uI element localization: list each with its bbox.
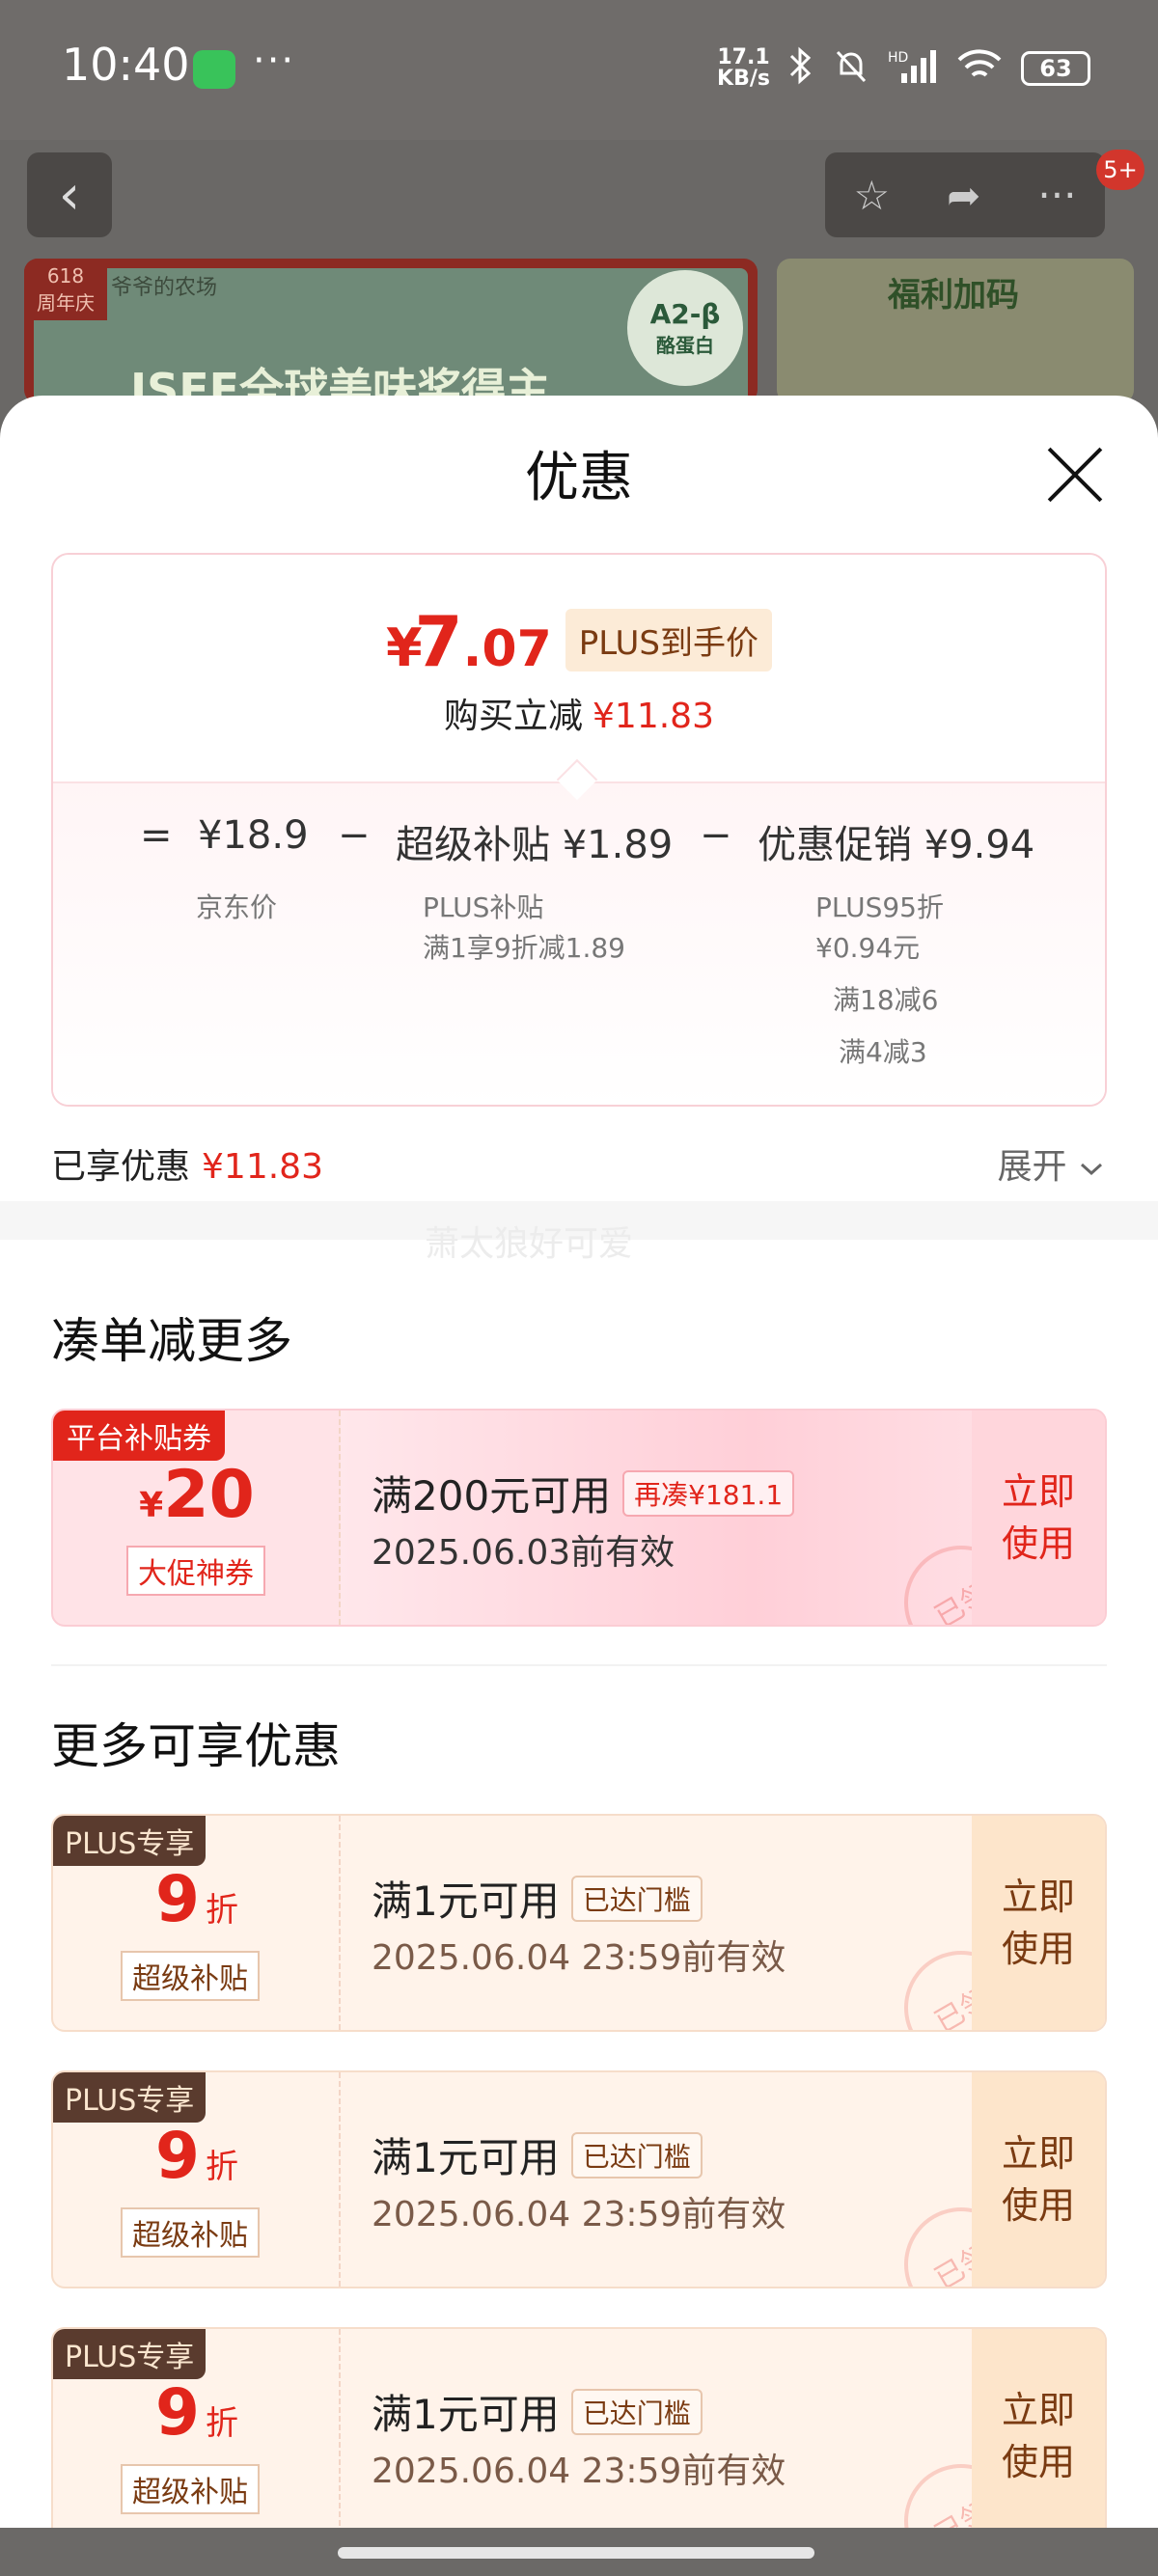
section-title-more-offers: 更多可享优惠 [51,1718,341,1774]
watermark-text: 萧太狼好可爱 [425,1224,634,1264]
section-title-more-deals: 凑单减更多 [51,1313,292,1369]
more-icon[interactable]: ··· [1037,172,1076,219]
gesture-bar [0,2528,1158,2576]
brand-name: 爷爷的农场 [111,276,218,300]
coupon-amount: 9折 [155,2119,238,2193]
status-bar: 10:40 ··· 17.1 KB/s HD 63 [0,0,1158,140]
coupon-amount: 9折 [155,1862,238,1936]
promo-title: 福利加码 [888,276,1019,315]
coupon-tag: PLUS专享 [53,1816,207,1866]
clock: 10:40 [62,39,190,91]
anniversary-tag: 618 周年庆 [24,259,107,320]
instant-discount: 购买立减 ¥11.83 [444,697,714,736]
use-now-button[interactable]: 立即 使用 [972,2329,1105,2543]
close-icon[interactable] [1044,444,1106,506]
favorite-star-icon[interactable]: ☆ [854,172,891,219]
coupon-condition: 满1元可用 已达门槛 [372,1869,703,1928]
threshold-chip: 已达门槛 [570,1875,703,1922]
use-now-button[interactable]: 立即 使用 [972,2072,1105,2287]
chevron-left-icon: ‹ [58,163,81,227]
chevron-down-icon [1078,1147,1105,1187]
signal-icon: HD [888,46,938,91]
promo-value: 优惠促销 ¥9.94 [758,823,1035,867]
mute-icon [832,46,870,91]
wifi-icon [955,46,1004,91]
status-icons: 17.1 KB/s HD 63 [717,46,1090,91]
platform-coupon: 平台补贴券 ¥20 大促神券 满200元可用 再凑¥181.1 2025.06.… [51,1409,1107,1627]
product-banner: 618 周年庆 爷爷的农场 ISEE全球美味奖得主 A2-β 酪蛋白 [24,259,758,403]
threshold-chip: 已达门槛 [570,2131,703,2179]
enjoyed-discount: 已享优惠 ¥11.83 [51,1147,323,1187]
discount-sheet: 优惠 ¥7.07 PLUS到手价 购买立减 ¥11.83 = ¥18.9 − 超级… [0,396,1158,2576]
coupon-caption: 大促神券 [126,1546,265,1596]
price-breakdown-card: ¥7.07 PLUS到手价 购买立减 ¥11.83 = ¥18.9 − 超级补贴 … [51,553,1107,1107]
final-price: ¥7.07 PLUS到手价 [53,601,1105,683]
coupon-caption: 超级补贴 [121,2207,260,2258]
net-speed: 17.1 KB/s [717,45,770,91]
coupon-condition: 满200元可用 再凑¥181.1 [372,1464,795,1522]
plus-price-tag: PLUS到手价 [565,609,773,671]
shortfall-chip: 再凑¥181.1 [622,1469,795,1517]
coupon-caption: 超级补贴 [121,1951,260,2001]
coupon-condition: 满1元可用 已达门槛 [372,2382,703,2441]
top-actions: ☆ ➦ ··· [825,152,1105,237]
bluetooth-icon [787,46,814,91]
promo-detail: PLUS95折 ¥0.94元 满18减6 满4减3 [815,891,944,1068]
plus-coupon: PLUS专享 9折 超级补贴 满1元可用 已达门槛 2025.06.04 23:… [51,2070,1107,2288]
subsidy-value: 超级补贴 ¥1.89 [396,823,674,867]
svg-text:HD: HD [888,50,908,66]
subsidy-detail: PLUS补贴 满1享9折减1.89 [423,891,625,964]
a2-seal: A2-β 酪蛋白 [627,270,743,386]
more-notifications-icon: ··· [253,39,296,83]
use-now-button[interactable]: 立即 使用 [972,1411,1105,1625]
sheet-title: 优惠 [525,447,633,509]
coupon-expiry: 2025.06.03前有效 [372,1533,676,1573]
back-button[interactable]: ‹ [27,152,112,237]
use-now-button[interactable]: 立即 使用 [972,1816,1105,2030]
message-badge: 5+ [1096,150,1144,190]
jd-price-label: 京东价 [196,891,278,923]
expand-button[interactable]: 展开 [998,1138,1105,1189]
coupon-expiry: 2025.06.04 23:59前有效 [372,2195,786,2234]
battery-icon: 63 [1021,51,1090,86]
coupon-tag: PLUS专享 [53,2072,207,2123]
wechat-icon [193,50,235,89]
share-icon[interactable]: ➦ [947,172,980,219]
coupon-condition: 满1元可用 已达门槛 [372,2125,703,2184]
coupon-tag: PLUS专享 [53,2329,207,2379]
coupon-amount: ¥20 [139,1457,255,1533]
jd-price-value: ¥18.9 [198,813,309,858]
coupon-expiry: 2025.06.04 23:59前有效 [372,1938,786,1978]
coupon-caption: 超级补贴 [121,2464,260,2514]
promo-banner: 福利加码 [777,259,1134,403]
plus-coupon: PLUS专享 9折 超级补贴 满1元可用 已达门槛 2025.06.04 23:… [51,1814,1107,2032]
coupon-tag: 平台补贴券 [53,1411,225,1461]
home-indicator[interactable] [338,2547,814,2559]
coupon-expiry: 2025.06.04 23:59前有效 [372,2452,786,2491]
plus-coupon: PLUS专享 9折 超级补贴 满1元可用 已达门槛 2025.06.04 23:… [51,2327,1107,2545]
threshold-chip: 已达门槛 [570,2388,703,2435]
coupon-amount: 9折 [155,2375,238,2450]
